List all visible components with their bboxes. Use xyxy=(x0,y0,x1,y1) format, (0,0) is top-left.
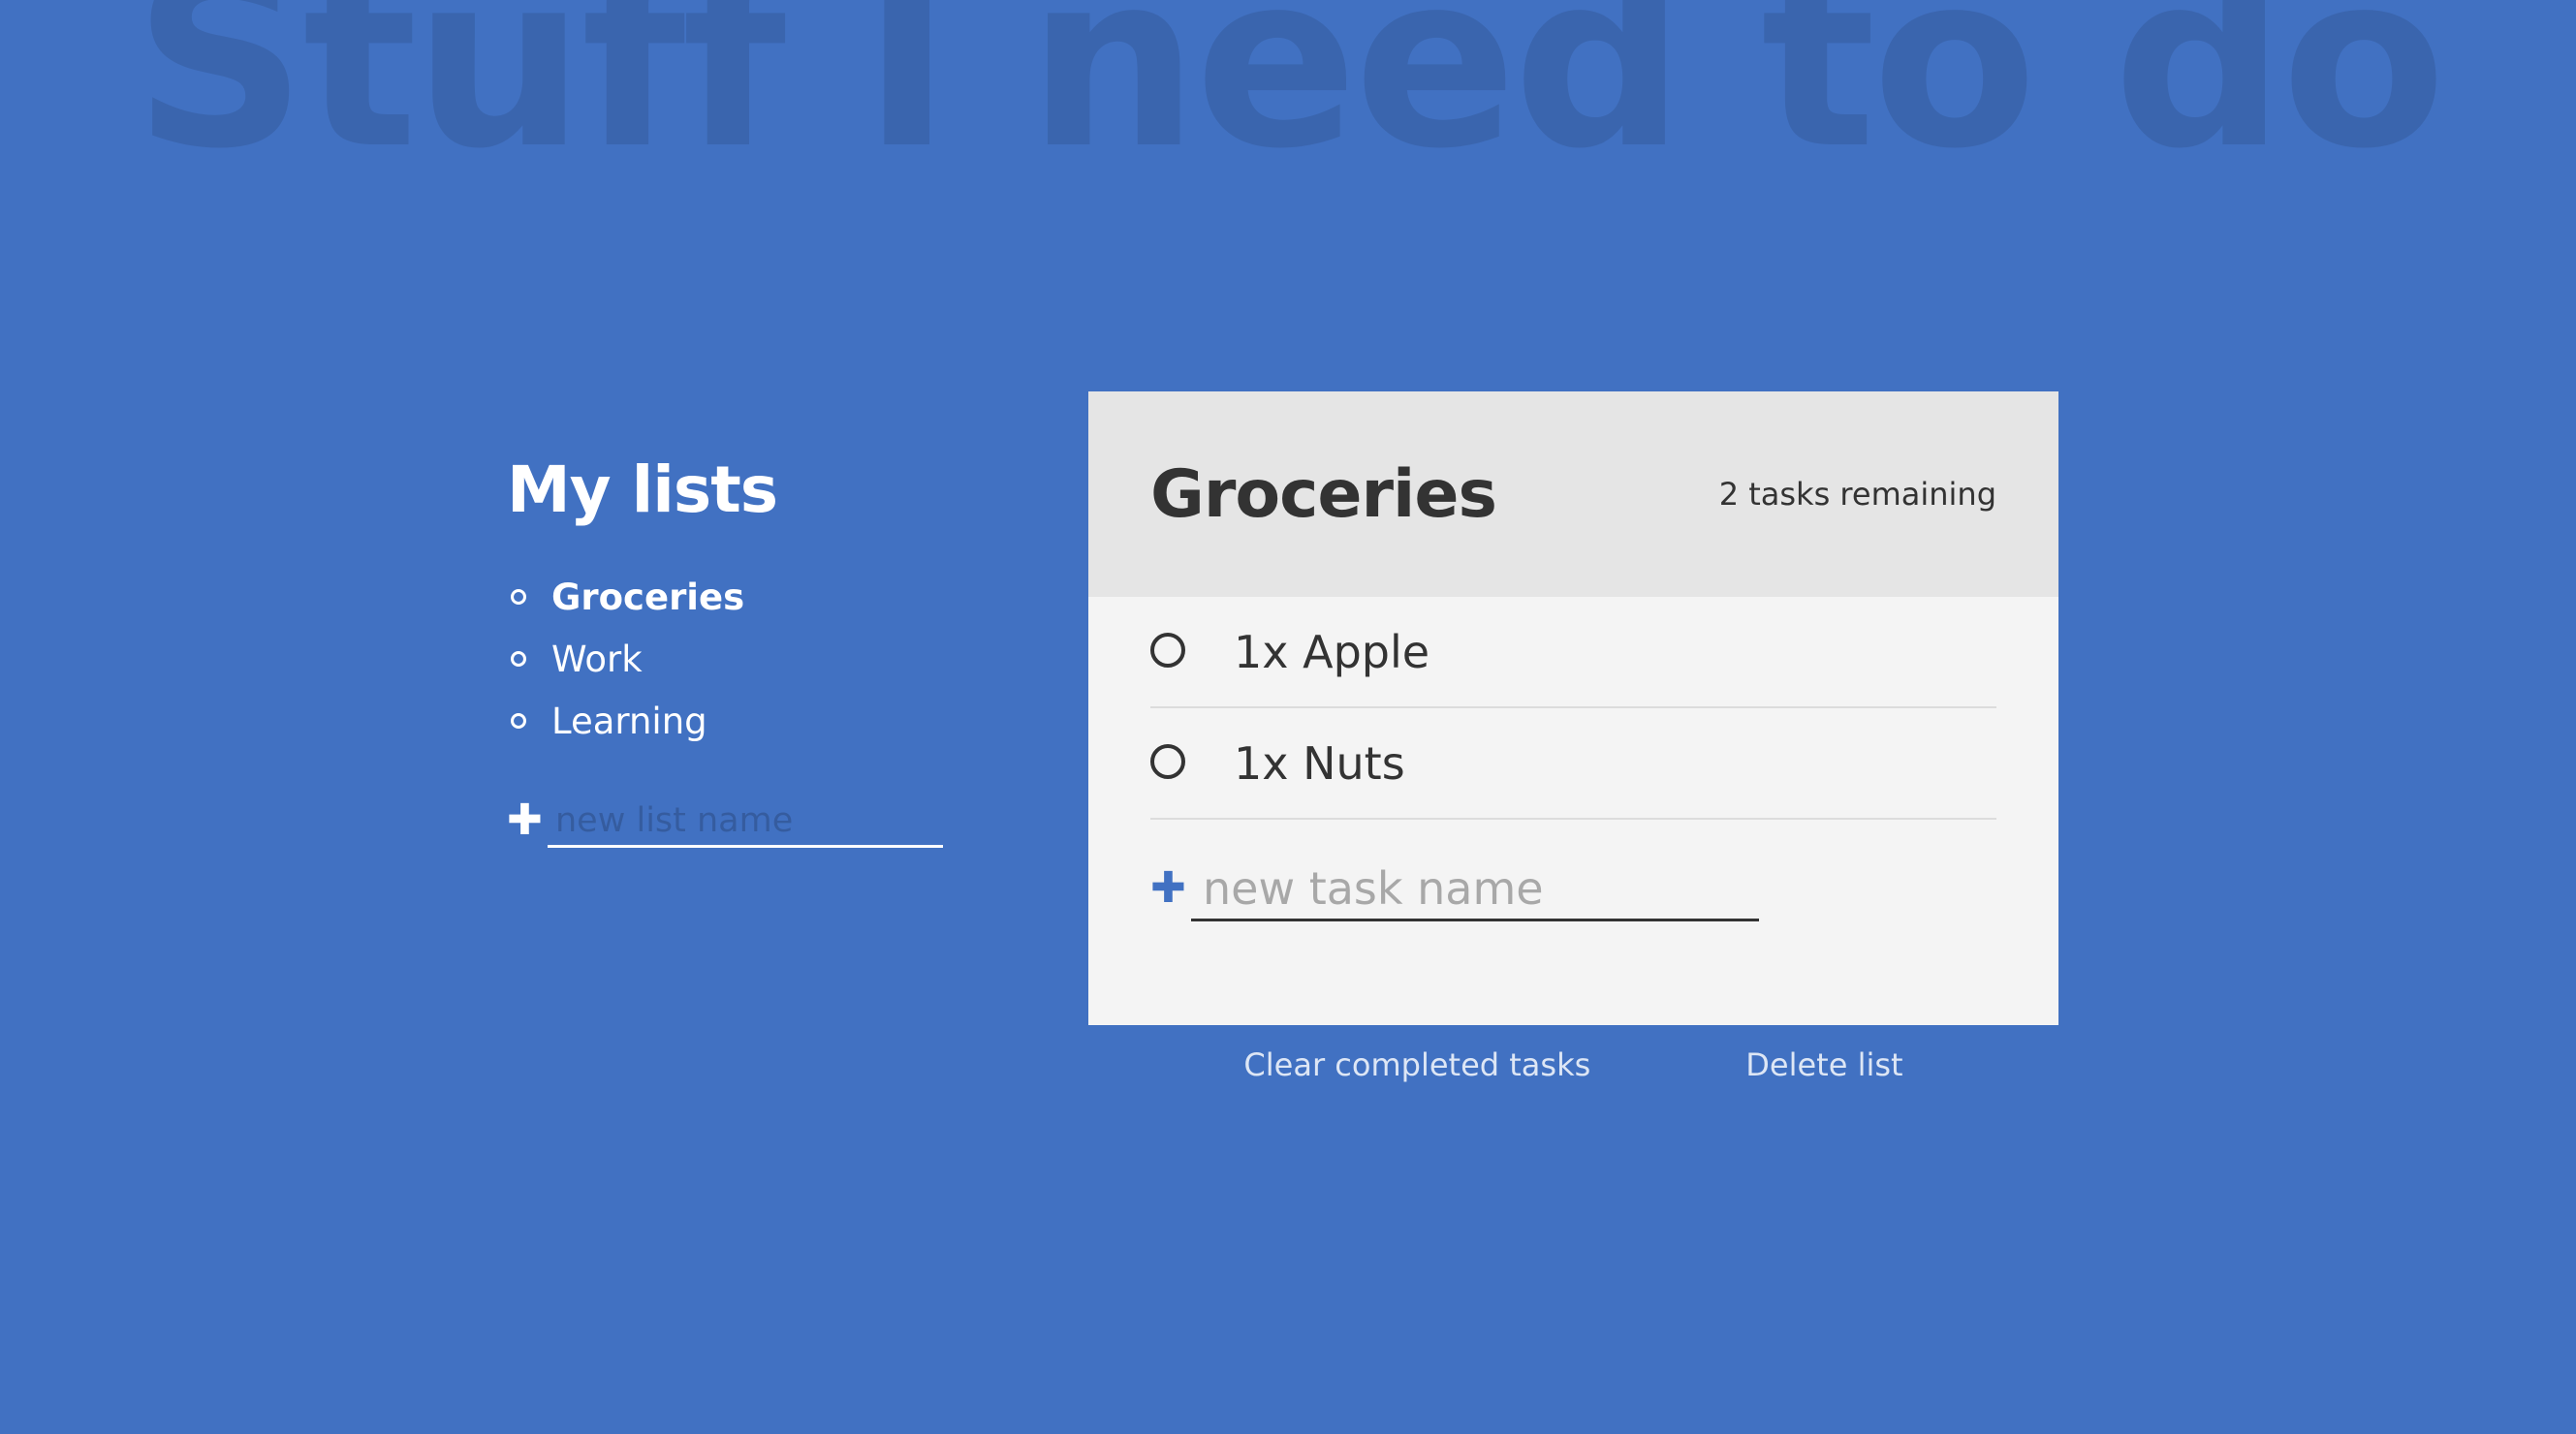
new-task-input[interactable] xyxy=(1191,858,1759,921)
task-checkbox[interactable] xyxy=(1150,632,1185,668)
sidebar-item-learning[interactable]: Learning xyxy=(507,690,953,752)
task-label[interactable]: 1x Nuts xyxy=(1234,737,1405,790)
bullet-icon xyxy=(511,713,526,729)
sidebar-item-groceries[interactable]: Groceries xyxy=(507,566,953,628)
new-task-form: ✚ xyxy=(1150,858,1996,921)
task-count: 2 tasks remaining xyxy=(1718,476,1996,513)
sidebar-title: My lists xyxy=(507,452,778,527)
sidebar-item-label: Groceries xyxy=(551,576,745,618)
task-item: 1x Apple xyxy=(1150,597,1996,708)
new-list-input[interactable] xyxy=(548,796,943,848)
task-item: 1x Nuts xyxy=(1150,708,1996,820)
sidebar-item-work[interactable]: Work xyxy=(507,628,953,690)
list-of-lists: Groceries Work Learning xyxy=(507,566,953,752)
app-heading: Stuff I need to do xyxy=(133,0,2446,202)
clear-completed-button[interactable]: Clear completed tasks xyxy=(1243,1046,1590,1083)
delete-list-button[interactable]: Delete list xyxy=(1745,1046,1902,1083)
sidebar: My lists Groceries Work Learning ✚ xyxy=(507,448,953,848)
sidebar-item-label: Work xyxy=(551,638,643,680)
todo-list-panel: Groceries 2 tasks remaining 1x Apple 1x … xyxy=(1088,391,2058,1025)
task-label[interactable]: 1x Apple xyxy=(1234,626,1429,678)
plus-icon[interactable]: ✚ xyxy=(507,799,543,842)
panel-header: Groceries 2 tasks remaining xyxy=(1088,391,2058,597)
new-list-form: ✚ xyxy=(507,796,953,848)
bullet-icon xyxy=(511,589,526,605)
panel-body: 1x Apple 1x Nuts ✚ xyxy=(1088,597,2058,921)
panel-actions: Clear completed tasks Delete list xyxy=(1088,1046,2058,1083)
plus-icon[interactable]: ✚ xyxy=(1150,867,1186,910)
sidebar-item-label: Learning xyxy=(551,700,707,742)
task-checkbox[interactable] xyxy=(1150,743,1185,779)
list-title: Groceries xyxy=(1150,455,1497,533)
bullet-icon xyxy=(511,651,526,667)
